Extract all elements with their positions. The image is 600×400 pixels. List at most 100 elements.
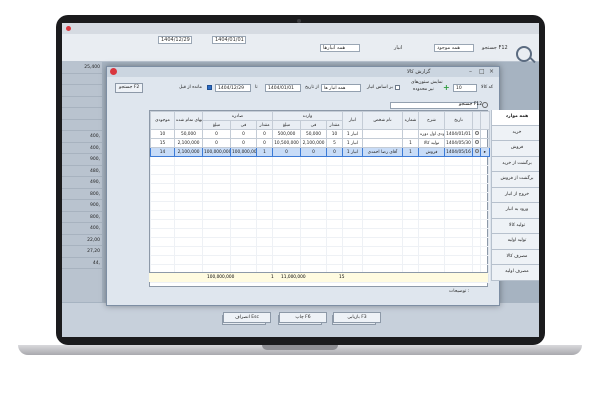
code-input[interactable]: 10 (453, 84, 477, 92)
side-item[interactable]: همه موارد (491, 110, 539, 126)
col-person[interactable]: نام شخص (362, 111, 403, 130)
col-in-amount[interactable]: مبلغ (272, 120, 301, 130)
empty-cell (272, 201, 301, 211)
bg-group-select[interactable]: همه موجود (434, 44, 474, 52)
empty-cell (472, 192, 481, 202)
total-in-amount: 11,000,000 (281, 275, 306, 280)
empty-cell (326, 255, 343, 265)
print-button[interactable]: چاپ F6 (279, 312, 327, 323)
col-desc[interactable]: شرح (418, 111, 445, 130)
by-store-checkbox[interactable] (395, 85, 400, 90)
empty-cell (342, 237, 363, 247)
col-in-fee[interactable]: فی (300, 120, 327, 130)
empty-cell (256, 219, 273, 229)
cell-in-qty: 5 (326, 138, 343, 148)
empty-cell (272, 156, 301, 166)
side-item[interactable]: خروج از انبار (491, 187, 539, 203)
group-incoming: وارده (272, 111, 343, 121)
total-in-qty: 15 (339, 275, 345, 280)
side-item[interactable]: خرید (491, 125, 539, 141)
empty-cell (480, 255, 490, 265)
col-out-fee[interactable]: فی (230, 120, 257, 130)
col-balance[interactable]: موجودی (150, 111, 175, 130)
side-item[interactable]: برگشت از فروش (491, 172, 539, 188)
row-checkbox[interactable] (472, 147, 481, 157)
empty-cell (444, 219, 473, 229)
empty-cell (300, 165, 327, 175)
bg-date-from[interactable]: 1404/01/01 (212, 36, 246, 44)
col-in-qty[interactable]: مقدار (326, 120, 343, 130)
cell-store: انبار 1 (342, 138, 363, 148)
col-out-amount[interactable]: مبلغ (202, 120, 231, 130)
search-icon[interactable] (516, 46, 532, 62)
description-label: توضیحات : (449, 289, 470, 294)
close-icon[interactable] (66, 26, 71, 31)
empty-row (150, 201, 490, 211)
col-out-qty[interactable]: مقدار (256, 120, 273, 130)
prev-balance-checkbox[interactable] (207, 85, 212, 90)
cell-out-amount: 0 (202, 129, 231, 139)
cell-number (402, 129, 419, 139)
col-number[interactable]: شماره (402, 111, 419, 130)
table-row[interactable]: 1050,000000500,00050,00010انبار 1موجودی … (150, 129, 490, 139)
cell-in-fee: 2,100,000 (300, 138, 327, 148)
empty-cell (402, 201, 419, 211)
cell-desc: تولید کالا (418, 138, 445, 148)
empty-cell (326, 237, 343, 247)
empty-cell (444, 156, 473, 166)
cell-balance: 15 (150, 138, 175, 148)
add-icon[interactable]: + (443, 84, 450, 92)
side-item[interactable]: مصرف کالا (491, 249, 539, 265)
col-date[interactable]: تاریخ (444, 111, 473, 130)
empty-cell (174, 174, 203, 184)
cell-balance: 14 (150, 147, 175, 157)
empty-cell (272, 192, 301, 202)
empty-cell (272, 237, 301, 247)
date-from-input[interactable]: 1404/01/01 (265, 84, 301, 92)
empty-cell (300, 228, 327, 238)
side-item[interactable]: مصرف اولیه (491, 265, 539, 281)
row-checkbox[interactable] (472, 138, 481, 148)
bg-date-to[interactable]: 1404/12/29 (158, 36, 192, 44)
minimize-icon[interactable]: – (469, 68, 472, 75)
side-item[interactable]: برگشت از خرید (491, 156, 539, 172)
side-item[interactable]: فروش (491, 141, 539, 157)
empty-cell (480, 219, 490, 229)
empty-cell (418, 192, 445, 202)
col-avg-price[interactable]: بهای تمام شده (174, 111, 203, 130)
maximize-icon[interactable]: □ (479, 68, 485, 75)
empty-cell (326, 228, 343, 238)
empty-cell (362, 174, 403, 184)
date-to-input[interactable]: 1404/12/29 (215, 84, 251, 92)
empty-cell (418, 219, 445, 229)
empty-cell (342, 228, 363, 238)
bg-store-select[interactable]: همه انبارها (320, 44, 360, 52)
restore-button[interactable]: بازیابی F3 (333, 312, 381, 323)
empty-cell (230, 237, 257, 247)
side-item[interactable]: تولید کالا (491, 218, 539, 234)
empty-cell (174, 165, 203, 175)
cell-out-qty: 1 (256, 147, 273, 157)
empty-cell (418, 228, 445, 238)
empty-cell (472, 219, 481, 229)
empty-row (150, 210, 490, 220)
close-x-icon[interactable]: × (489, 68, 494, 75)
side-item[interactable]: ورود به انبار (491, 203, 539, 219)
search-button[interactable]: جستجو F2 (115, 83, 144, 93)
row-checkbox[interactable] (472, 129, 481, 139)
col-store[interactable]: انبار (342, 111, 363, 130)
empty-cell (326, 201, 343, 211)
cancel-button[interactable]: انصراف Esc (223, 312, 271, 323)
empty-cell (174, 246, 203, 256)
bg-number-cell: 44, (62, 258, 102, 269)
side-item[interactable]: تولید اولیه (491, 234, 539, 250)
search-icon[interactable] (482, 102, 488, 108)
store-select[interactable]: همه انبار ها (321, 84, 361, 92)
table-row[interactable]: 15 2,100,000 0 0 0 10,500,000 2,100,000 5 انبار … (150, 138, 490, 148)
bg-number-cell (62, 108, 102, 120)
code-label: کد کالا (481, 85, 494, 90)
close-icon[interactable] (110, 68, 117, 75)
empty-cell (342, 165, 363, 175)
empty-cell (444, 192, 473, 202)
table-row[interactable]: 142,100,000100,000,000100,000,0001000انب… (150, 147, 490, 157)
